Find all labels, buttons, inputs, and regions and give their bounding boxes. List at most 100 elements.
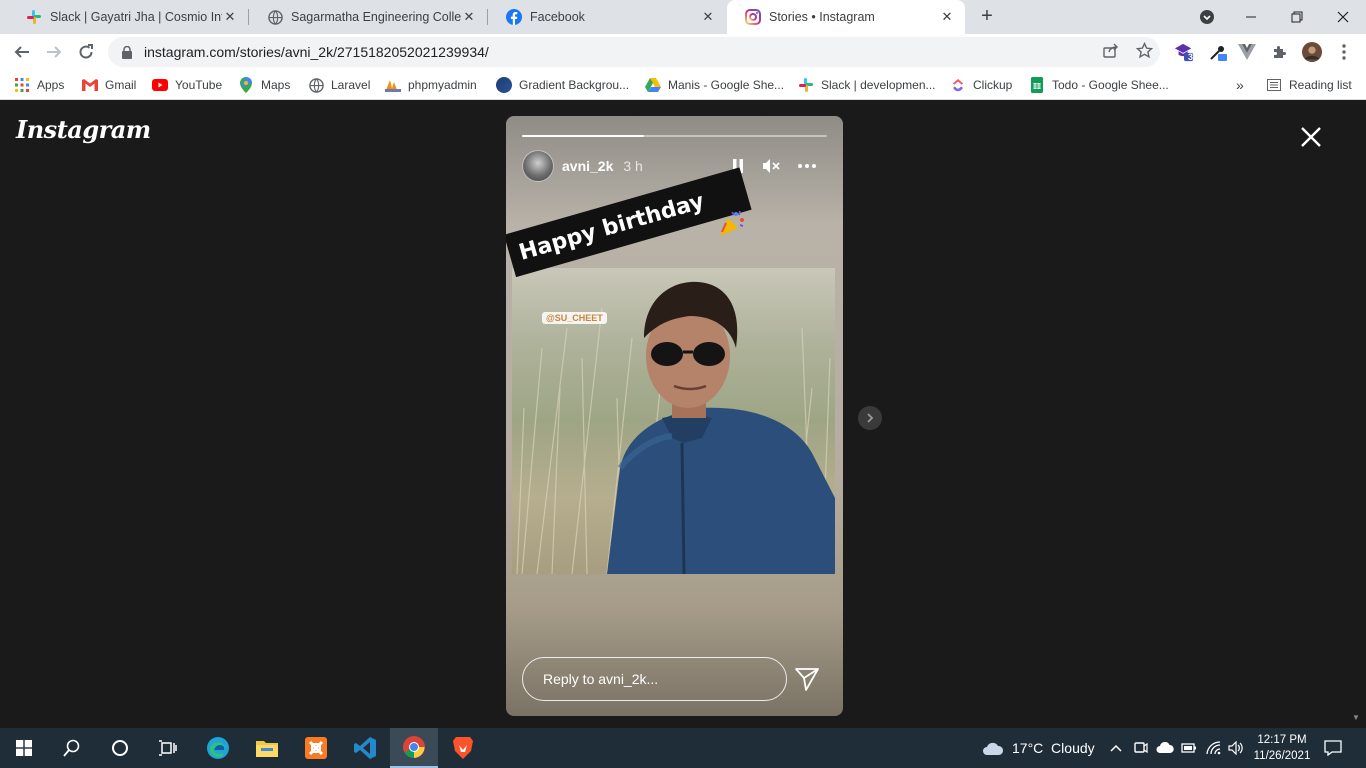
tab-instagram[interactable]: Stories • Instagram ✕ xyxy=(727,0,965,34)
wifi-icon xyxy=(1206,741,1221,755)
tab-title: Slack | Gayatri Jha | Cosmio Info Tech xyxy=(50,10,222,24)
show-hidden-icons-button[interactable] xyxy=(1110,728,1122,768)
mute-button[interactable] xyxy=(761,156,781,176)
bookmark-maps[interactable]: Maps xyxy=(238,76,290,94)
chrome-taskbar-button[interactable] xyxy=(390,728,438,768)
vscode-taskbar-button[interactable] xyxy=(341,728,389,768)
story-options-button[interactable] xyxy=(797,156,817,176)
edge-taskbar-button[interactable] xyxy=(194,728,242,768)
notifications-button[interactable] xyxy=(1324,728,1342,768)
chrome-menu-button[interactable] xyxy=(1334,42,1354,62)
share-button[interactable] xyxy=(1099,38,1123,62)
extension-button-vue[interactable] xyxy=(1237,42,1257,62)
forward-button[interactable] xyxy=(40,38,68,66)
bookmarks-bar: Apps Gmail YouTube Maps Laravel phpmyadm… xyxy=(0,70,1366,100)
bookmark-label: Maps xyxy=(261,78,291,92)
extensions-menu-button[interactable] xyxy=(1270,42,1290,62)
avatar-icon xyxy=(1302,42,1322,62)
profile-avatar-button[interactable] xyxy=(1302,42,1322,62)
bookmark-label: Gmail xyxy=(105,78,137,92)
story-username[interactable]: avni_2k xyxy=(562,158,613,174)
tab-close-icon[interactable]: ✕ xyxy=(700,9,716,25)
instagram-icon xyxy=(745,9,761,25)
next-story-button[interactable] xyxy=(858,406,882,430)
brave-taskbar-button[interactable] xyxy=(439,728,487,768)
edge-icon xyxy=(207,737,229,759)
battery-button[interactable] xyxy=(1181,728,1197,768)
webcam-icon xyxy=(1134,742,1148,754)
back-button[interactable] xyxy=(8,38,36,66)
send-button[interactable] xyxy=(793,665,821,693)
windows-taskbar: 17°C Cloudy 12:17 PM 11/26/2021 xyxy=(0,728,1366,768)
reading-list-button[interactable]: Reading list xyxy=(1266,76,1352,94)
cortana-circle-icon xyxy=(112,740,128,756)
paper-plane-icon xyxy=(795,668,819,691)
puzzle-icon xyxy=(1274,46,1286,58)
task-view-icon xyxy=(159,740,177,756)
close-window-button[interactable] xyxy=(1320,0,1366,34)
taskbar-clock[interactable]: 12:17 PM 11/26/2021 xyxy=(1246,732,1318,764)
task-view-button[interactable] xyxy=(144,728,192,768)
tab-slack[interactable]: Slack | Gayatri Jha | Cosmio Info Tech ✕ xyxy=(8,0,248,34)
tab-close-icon[interactable]: ✕ xyxy=(222,9,238,25)
tab-sagarmatha[interactable]: Sagarmatha Engineering College ✕ xyxy=(249,0,487,34)
wifi-button[interactable] xyxy=(1206,728,1222,768)
minimize-button[interactable] xyxy=(1228,0,1274,34)
tab-title: Stories • Instagram xyxy=(769,10,875,24)
tab-facebook[interactable]: Facebook ✕ xyxy=(488,0,726,34)
bookmark-star-button[interactable] xyxy=(1132,38,1156,62)
volume-button[interactable] xyxy=(1228,728,1244,768)
tab-search-button[interactable] xyxy=(1184,0,1230,34)
close-story-button[interactable] xyxy=(1300,126,1326,152)
arrow-right-icon xyxy=(47,46,62,58)
bookmark-clickup[interactable]: Clickup xyxy=(950,76,1012,94)
search-button[interactable] xyxy=(48,728,96,768)
story-progress-bar xyxy=(522,135,827,137)
story-photo: @SU_CHEET xyxy=(512,268,835,574)
restore-button[interactable] xyxy=(1274,0,1320,34)
bookmark-manis-sheet[interactable]: Manis - Google She... xyxy=(645,76,784,94)
bookmark-laravel[interactable]: Laravel xyxy=(308,76,370,94)
extension-button-pen[interactable] xyxy=(1208,42,1228,62)
file-explorer-button[interactable] xyxy=(243,728,291,768)
battery-icon xyxy=(1181,743,1196,753)
bookmark-label: Clickup xyxy=(973,78,1013,92)
bookmark-gradient[interactable]: Gradient Backgrou... xyxy=(496,76,629,94)
facebook-icon xyxy=(506,9,522,25)
bookmark-phpmyadmin[interactable]: phpmyadmin xyxy=(385,76,477,94)
story-progress-fill xyxy=(522,135,644,137)
mention-tag[interactable]: @SU_CHEET xyxy=(542,312,607,324)
cortana-button[interactable] xyxy=(96,728,144,768)
extension-button-purple[interactable]: 3 xyxy=(1174,42,1194,62)
party-popper-icon xyxy=(720,210,744,236)
story-card[interactable]: avni_2k 3 h @SU_CHEET Happy birthday Rep… xyxy=(506,116,843,716)
start-button[interactable] xyxy=(0,728,48,768)
scroll-down-arrow-icon[interactable]: ▼ xyxy=(1352,713,1362,723)
avatar[interactable] xyxy=(522,150,554,182)
youtube-icon xyxy=(152,77,168,93)
bookmark-slack-dev[interactable]: Slack | developmen... xyxy=(798,76,936,94)
tab-close-icon[interactable]: ✕ xyxy=(939,9,955,25)
reply-input[interactable]: Reply to avni_2k... xyxy=(522,657,787,701)
instagram-story-viewer: Instagram avni_2k 3 h @SU_CHEET Happy bi… xyxy=(0,101,1366,728)
weather-widget[interactable]: 17°C Cloudy xyxy=(982,728,1095,768)
reload-icon xyxy=(79,44,93,59)
bookmark-apps[interactable]: Apps xyxy=(14,76,64,94)
new-tab-button[interactable]: + xyxy=(976,5,998,27)
more-options-icon xyxy=(798,164,816,168)
bookmark-youtube[interactable]: YouTube xyxy=(152,76,222,94)
bookmarks-overflow-button[interactable]: » xyxy=(1236,76,1244,94)
reload-button[interactable] xyxy=(72,38,100,66)
xampp-taskbar-button[interactable] xyxy=(292,728,340,768)
star-icon xyxy=(1135,41,1153,58)
tab-close-icon[interactable]: ✕ xyxy=(461,9,477,25)
onedrive-button[interactable] xyxy=(1156,728,1174,768)
instagram-logo[interactable]: Instagram xyxy=(16,115,151,144)
weather-text: 17°C Cloudy xyxy=(1012,740,1095,756)
address-bar[interactable]: instagram.com/stories/avni_2k/2715182052… xyxy=(108,37,1160,67)
bookmark-todo-sheet[interactable]: Todo - Google Shee... xyxy=(1029,76,1169,94)
reading-list-icon xyxy=(1266,77,1282,93)
meet-now-button[interactable] xyxy=(1134,728,1148,768)
bookmark-gmail[interactable]: Gmail xyxy=(82,76,136,94)
kebab-menu-icon xyxy=(1342,44,1346,60)
